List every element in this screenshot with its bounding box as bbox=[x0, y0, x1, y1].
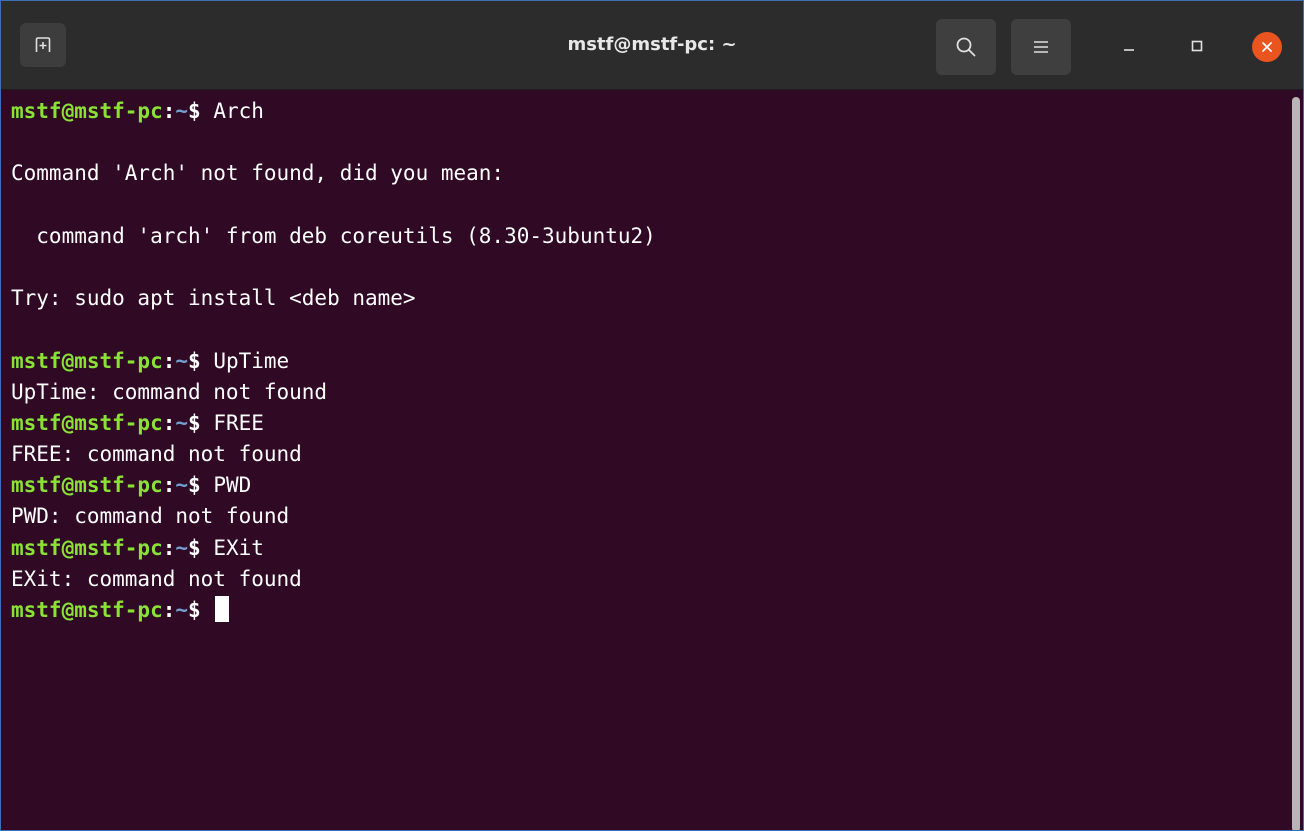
output-line: PWD: command not found bbox=[11, 501, 656, 532]
prompt-path: ~ bbox=[175, 410, 189, 435]
title-bar[interactable]: mstf@mstf-pc: ~ bbox=[1, 1, 1303, 90]
command-text: Arch bbox=[213, 99, 264, 123]
prompt-user-host: mstf@mstf-pc bbox=[11, 99, 163, 123]
prompt-user-host: mstf@mstf-pc bbox=[11, 410, 163, 435]
terminal-window: mstf@mstf-pc: ~ mstf@mstf-pc:~$ Arch Com… bbox=[0, 0, 1304, 831]
prompt-line: mstf@mstf-pc:~$ PWD bbox=[11, 470, 656, 501]
prompt-colon: : bbox=[162, 99, 176, 123]
close-icon bbox=[1262, 42, 1272, 52]
prompt-line: mstf@mstf-pc:~$ bbox=[11, 595, 656, 626]
prompt-path: ~ bbox=[175, 535, 189, 560]
prompt-colon: : bbox=[162, 473, 176, 498]
prompt-path: ~ bbox=[175, 348, 189, 373]
prompt-path: ~ bbox=[175, 99, 189, 123]
window-title: mstf@mstf-pc: ~ bbox=[567, 34, 737, 55]
prompt-line: mstf@mstf-pc:~$ FREE bbox=[11, 408, 656, 439]
output-text: Try: sudo apt install <deb name> bbox=[11, 286, 416, 311]
terminal-area[interactable]: mstf@mstf-pc:~$ Arch Command 'Arch' not f… bbox=[1, 90, 1303, 830]
menu-button[interactable] bbox=[1011, 19, 1071, 75]
prompt-symbol: $ bbox=[188, 410, 214, 435]
output-line: FREE: command not found bbox=[11, 439, 656, 470]
output-line: EXit: command not found bbox=[11, 564, 656, 595]
search-button[interactable] bbox=[936, 19, 996, 75]
output-line: Command 'Arch' not found, did you mean: bbox=[11, 158, 656, 189]
new-tab-icon bbox=[35, 37, 51, 52]
output-text: Command 'Arch' not found, did you mean: bbox=[11, 161, 505, 186]
prompt-line: mstf@mstf-pc:~$ EXit bbox=[11, 533, 656, 564]
prompt-symbol: $ bbox=[188, 99, 214, 123]
scrollbar[interactable] bbox=[1292, 97, 1300, 830]
command-text: PWD bbox=[213, 473, 252, 498]
prompt-symbol: $ bbox=[188, 348, 214, 373]
prompt-colon: : bbox=[162, 598, 176, 622]
command-text: FREE bbox=[213, 410, 264, 435]
minimize-icon bbox=[1124, 49, 1134, 51]
prompt-path: ~ bbox=[175, 473, 189, 498]
output-line: Try: sudo apt install <deb name> bbox=[11, 283, 656, 314]
hamburger-menu-icon bbox=[1034, 41, 1048, 53]
prompt-symbol: $ bbox=[188, 598, 214, 622]
maximize-icon bbox=[1191, 40, 1203, 52]
prompt-line: mstf@mstf-pc:~$ UpTime bbox=[11, 346, 656, 377]
prompt-user-host: mstf@mstf-pc bbox=[11, 348, 163, 373]
output-text: PWD: command not found bbox=[11, 504, 290, 529]
output-line: command 'arch' from deb coreutils (8.30-… bbox=[11, 221, 656, 252]
command-text: EXit bbox=[213, 535, 264, 560]
prompt-colon: : bbox=[162, 535, 176, 560]
prompt-line: mstf@mstf-pc:~$ Arch bbox=[11, 96, 656, 127]
maximize-button[interactable] bbox=[1181, 30, 1213, 62]
prompt-user-host: mstf@mstf-pc bbox=[11, 598, 163, 622]
prompt-symbol: $ bbox=[188, 473, 214, 498]
output-text: FREE: command not found bbox=[11, 442, 302, 467]
search-icon bbox=[956, 37, 976, 57]
prompt-colon: : bbox=[162, 348, 176, 373]
text-cursor bbox=[215, 596, 230, 622]
command-text: UpTime bbox=[213, 348, 290, 373]
prompt-user-host: mstf@mstf-pc bbox=[11, 535, 163, 560]
prompt-symbol: $ bbox=[188, 535, 214, 560]
prompt-colon: : bbox=[162, 410, 176, 435]
output-text: command 'arch' from deb coreutils (8.30-… bbox=[11, 223, 656, 248]
new-tab-button[interactable] bbox=[20, 23, 66, 67]
output-text: EXit: command not found bbox=[11, 566, 302, 591]
output-text: UpTime: command not found bbox=[11, 379, 328, 404]
prompt-path: ~ bbox=[175, 598, 189, 622]
minimize-button[interactable] bbox=[1113, 30, 1145, 62]
close-button[interactable] bbox=[1252, 32, 1282, 62]
prompt-user-host: mstf@mstf-pc bbox=[11, 473, 163, 498]
terminal-output: mstf@mstf-pc:~$ Arch Command 'Arch' not f… bbox=[11, 96, 656, 626]
output-line: UpTime: command not found bbox=[11, 377, 656, 408]
